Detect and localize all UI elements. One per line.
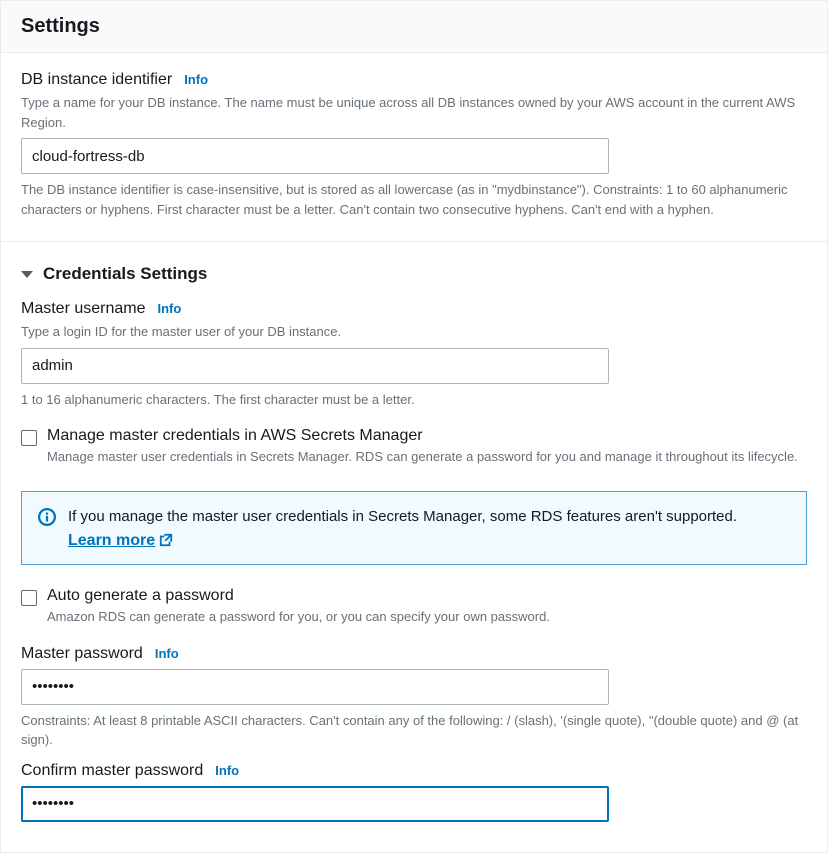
secrets-manager-desc: Manage master user credentials in Secret…	[47, 447, 807, 467]
master-username-input[interactable]	[21, 348, 609, 384]
db-identifier-field: DB instance identifier Info Type a name …	[21, 71, 807, 219]
confirm-password-field: Confirm master password Info	[21, 762, 807, 822]
master-password-input[interactable]	[21, 669, 609, 705]
db-identifier-label: DB instance identifier	[21, 71, 172, 89]
master-username-field: Master username Info Type a login ID for…	[21, 300, 807, 409]
info-icon	[38, 508, 56, 526]
page-title: Settings	[21, 15, 807, 38]
confirm-password-info-link[interactable]: Info	[215, 763, 239, 778]
db-identifier-hint: The DB instance identifier is case-insen…	[21, 180, 807, 219]
credentials-section-toggle[interactable]: Credentials Settings	[21, 264, 807, 284]
master-username-info-link[interactable]: Info	[158, 301, 182, 316]
auto-generate-option: Auto generate a password Amazon RDS can …	[21, 587, 807, 633]
secrets-manager-alert: If you manage the master user credential…	[21, 491, 807, 566]
master-username-hint: 1 to 16 alphanumeric characters. The fir…	[21, 390, 807, 410]
master-password-field: Master password Info Constraints: At lea…	[21, 645, 807, 750]
learn-more-label: Learn more	[68, 532, 155, 550]
secrets-manager-option: Manage master credentials in AWS Secrets…	[21, 427, 807, 473]
master-password-info-link[interactable]: Info	[155, 646, 179, 661]
external-link-icon	[159, 532, 173, 550]
secrets-manager-checkbox[interactable]	[21, 430, 37, 446]
db-identifier-input[interactable]	[21, 138, 609, 174]
master-password-hint: Constraints: At least 8 printable ASCII …	[21, 711, 807, 750]
confirm-password-label: Confirm master password	[21, 762, 203, 780]
section-divider	[1, 241, 827, 242]
master-username-desc: Type a login ID for the master user of y…	[21, 322, 807, 342]
panel-body: DB instance identifier Info Type a name …	[1, 53, 827, 852]
auto-generate-desc: Amazon RDS can generate a password for y…	[47, 607, 807, 627]
db-identifier-info-link[interactable]: Info	[184, 72, 208, 87]
panel-header: Settings	[1, 1, 827, 53]
auto-generate-checkbox[interactable]	[21, 590, 37, 606]
auto-generate-label[interactable]: Auto generate a password	[47, 587, 807, 605]
secrets-manager-label[interactable]: Manage master credentials in AWS Secrets…	[47, 427, 807, 445]
master-username-label: Master username	[21, 300, 146, 318]
credentials-section-title: Credentials Settings	[43, 264, 207, 284]
db-identifier-desc: Type a name for your DB instance. The na…	[21, 93, 807, 132]
settings-panel: Settings DB instance identifier Info Typ…	[0, 0, 828, 853]
confirm-password-input[interactable]	[21, 786, 609, 822]
learn-more-link[interactable]: Learn more	[68, 532, 173, 550]
caret-down-icon	[21, 271, 33, 278]
alert-text: If you manage the master user credential…	[68, 506, 737, 529]
master-password-label: Master password	[21, 645, 143, 663]
